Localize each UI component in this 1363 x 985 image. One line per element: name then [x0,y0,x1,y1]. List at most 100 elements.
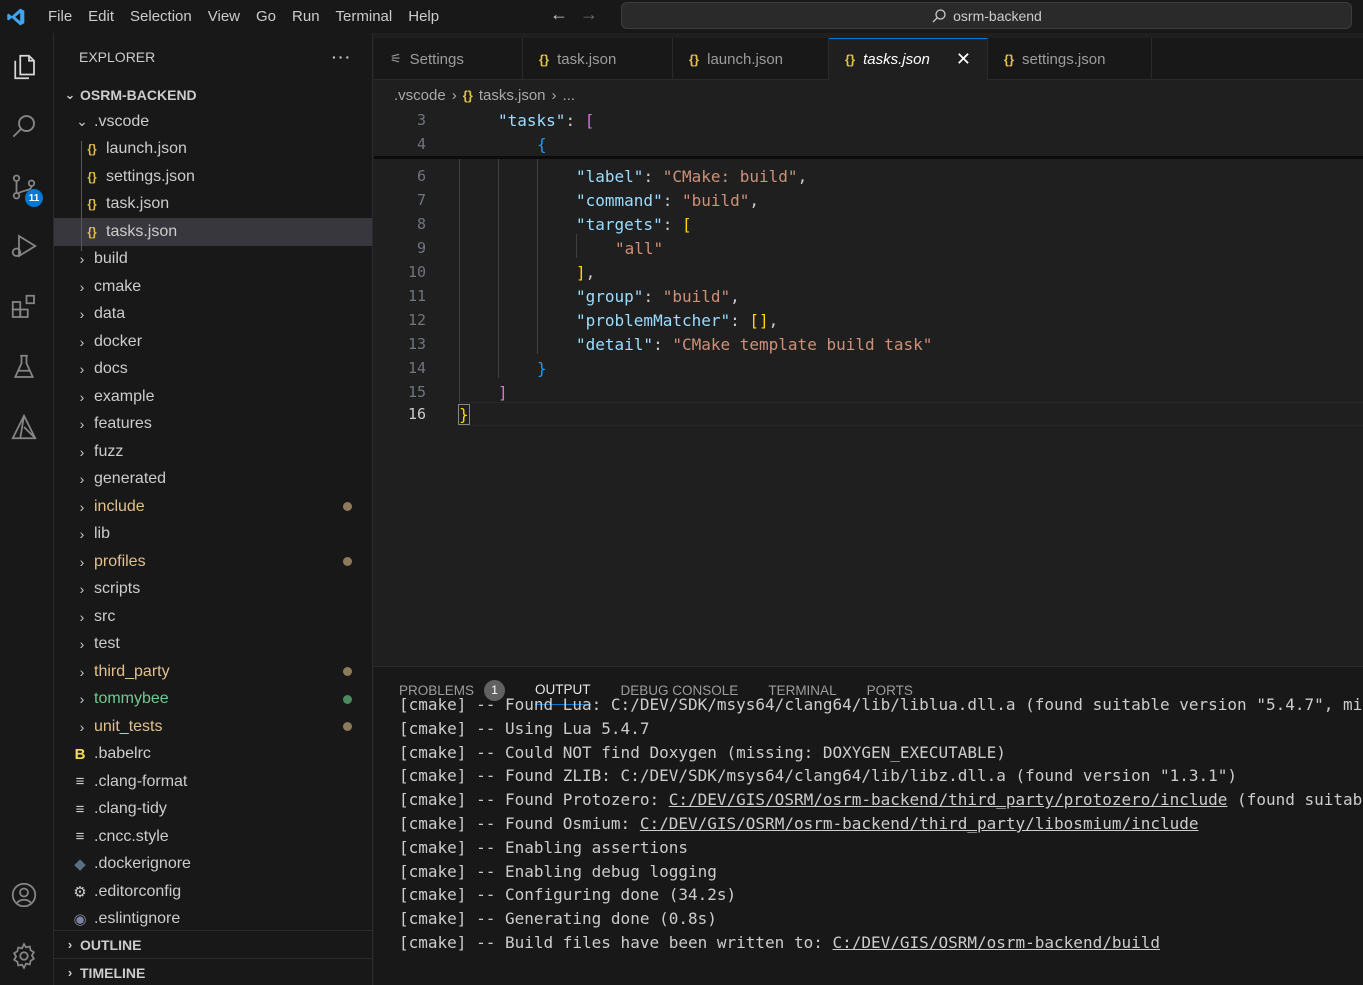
menu-help[interactable]: Help [400,0,447,33]
run-debug-icon[interactable] [0,222,48,270]
outline-section[interactable]: › OUTLINE [54,930,373,958]
tab-task-json[interactable]: {} task.json [523,38,673,80]
tree-folder-unit-tests[interactable]: › unit_tests [54,713,372,741]
tree-file--clang-tidy[interactable]: ≡ .clang-tidy [54,796,372,824]
tree-folder-test[interactable]: › test [54,631,372,659]
close-icon[interactable]: ✕ [956,49,971,70]
menu-selection[interactable]: Selection [122,0,200,33]
json-file-icon: {} [539,51,550,67]
line-number: 4 [416,135,426,153]
breadcrumb-folder[interactable]: .vscode [394,87,446,104]
timeline-section[interactable]: › TIMELINE [54,958,373,985]
tree-file--babelrc[interactable]: B .babelrc [54,741,372,769]
file-type-icon: ◉ [73,911,87,929]
source-control-icon[interactable]: 11 [0,163,48,211]
account-icon[interactable] [0,871,48,919]
menu-view[interactable]: View [200,0,248,33]
tree-file-task-json[interactable]: {} task.json [54,191,372,219]
line-number: 7 [416,191,426,209]
tree-file-settings-json[interactable]: {} settings.json [54,163,372,191]
menu-edit[interactable]: Edit [80,0,122,33]
chevron-right-icon: › [79,388,85,405]
breadcrumb-rest[interactable]: ... [563,87,576,104]
chevron-right-icon: › [79,526,85,543]
forward-arrow-icon[interactable]: → [580,4,598,25]
explorer-header: EXPLORER ··· [54,33,372,81]
menu-run[interactable]: Run [284,0,328,33]
json-file-icon: {} [1003,51,1015,67]
sticky-scroll-shadow [374,156,1363,159]
tree-file--eslintignore[interactable]: ◉ .eslintignore [54,906,372,934]
tree-item-label: example [94,387,155,405]
tree-folder-third-party[interactable]: › third_party [54,658,372,686]
tree-file-launch-json[interactable]: {} launch.json [54,136,372,164]
search-sidebar-icon[interactable] [0,102,48,150]
chevron-right-icon: › [79,333,85,350]
code-text: "problemMatcher": [], [576,310,779,330]
tree-item-label: tasks.json [106,222,178,240]
cmake-icon[interactable] [0,403,48,451]
tree-folder-scripts[interactable]: › scripts [54,576,372,604]
code-editor[interactable]: 3 "tasks": [ 4 { 6 "label": "CMake: buil… [374,106,1363,666]
tree-folder-tommybee[interactable]: › tommybee [54,686,372,714]
tree-item-label: settings.json [106,167,195,185]
tab-settings-json[interactable]: {} settings.json [988,38,1152,80]
tree-file--editorconfig[interactable]: ⚙ .editorconfig [54,878,372,906]
tree-file--dockerignore[interactable]: ◆ .dockerignore [54,851,372,879]
tree-folder-cmake[interactable]: › cmake [54,273,372,301]
output-path-link[interactable]: C:/DEV/GIS/OSRM/osrm-backend/third_party… [640,814,1199,833]
menu-go[interactable]: Go [248,0,284,33]
tree-folder-docker[interactable]: › docker [54,328,372,356]
bottom-panel: PROBLEMS 1 OUTPUT DEBUG CONSOLE TERMINAL… [374,666,1363,985]
tree-file--clang-format[interactable]: ≡ .clang-format [54,768,372,796]
more-actions-icon[interactable]: ··· [332,49,352,65]
output-log[interactable]: [cmake] -- Found Lua: C:/DEV/SDK/msys64/… [399,693,1363,974]
tree-folder-features[interactable]: › features [54,411,372,439]
chevron-right-icon: › [67,937,73,952]
nav-arrows: ← → [550,4,598,25]
tree-folder-docs[interactable]: › docs [54,356,372,384]
chevron-right-icon: › [79,498,85,515]
tree-file-tasks-json[interactable]: {} tasks.json [54,218,372,246]
tab-launch-json[interactable]: {} launch.json [673,38,829,80]
file-type-icon: ≡ [75,773,85,791]
tree-folder-example[interactable]: › example [54,383,372,411]
extensions-icon[interactable] [0,283,48,331]
breadcrumb-file[interactable]: tasks.json [479,87,546,104]
tree-file--cncc-style[interactable]: ≡ .cncc.style [54,823,372,851]
explorer-icon[interactable] [0,43,48,91]
command-center[interactable]: osrm-backend [621,2,1352,29]
tree-folder-lib[interactable]: › lib [54,521,372,549]
back-arrow-icon[interactable]: ← [550,4,568,25]
tree-item-label: profiles [94,552,146,570]
workspace-root[interactable]: ⌄ OSRM-BACKEND [54,81,372,108]
tree-folder-profiles[interactable]: › profiles [54,548,372,576]
tree-folder-include[interactable]: › include [54,493,372,521]
tree-folder-data[interactable]: › data [54,301,372,329]
tab-tasks-json[interactable]: {} tasks.json ✕ [829,38,988,80]
output-text: [cmake] -- Found Protozero: [399,790,669,810]
output-line: [cmake] -- Found Osmium: C:/DEV/GIS/OSRM… [399,812,1363,836]
tree-item-label: scripts [94,580,141,598]
code-text: "targets": [ [576,214,692,234]
manage-gear-icon[interactable] [0,932,48,980]
code-line: 10 ], [374,260,1363,284]
menu-terminal[interactable]: Terminal [328,0,401,33]
tree-folder-src[interactable]: › src [54,603,372,631]
tree-folder-vscode[interactable]: ⌄ .vscode [54,108,372,136]
tree-folder-generated[interactable]: › generated [54,466,372,494]
chevron-right-icon: › [79,608,85,625]
output-path-link[interactable]: C:/DEV/GIS/OSRM/osrm-backend/build [832,933,1160,952]
output-line: [cmake] -- Found Protozero: C:/DEV/GIS/O… [399,788,1363,812]
tree-folder-build[interactable]: › build [54,246,372,274]
json-file-icon: {} [87,224,97,239]
tree-folder-fuzz[interactable]: › fuzz [54,438,372,466]
tree-item-label: .eslintignore [94,910,181,928]
menu-file[interactable]: File [40,0,80,33]
tree-indent-guide [81,141,82,251]
testing-icon[interactable] [0,343,48,391]
line-number: 3 [416,111,426,129]
output-path-link[interactable]: C:/DEV/GIS/OSRM/osrm-backend/third_party… [669,790,1228,809]
search-icon [932,8,946,22]
tab-Settings[interactable]: ⚟ Settings [374,38,523,80]
